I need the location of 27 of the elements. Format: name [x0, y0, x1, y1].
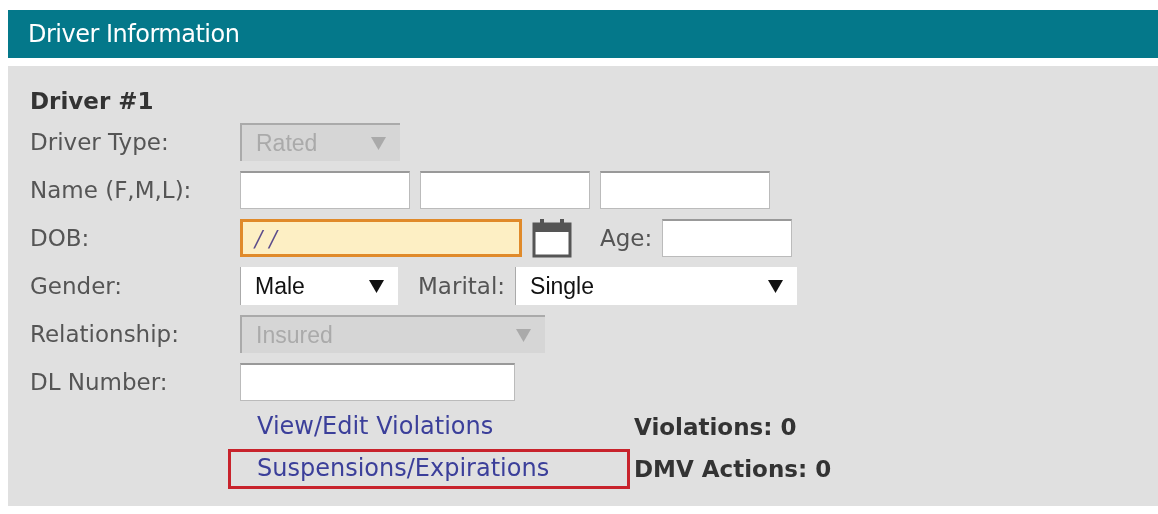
input-field[interactable] — [240, 171, 410, 209]
field-label: Age: — [600, 225, 653, 251]
input-field[interactable]: / / — [240, 219, 522, 257]
caret-icon — [369, 279, 384, 293]
input-field[interactable] — [600, 171, 770, 209]
count-text: Violations: 0 — [634, 414, 797, 440]
field-label: Gender: — [30, 273, 124, 299]
caret-icon — [768, 279, 784, 293]
field-label: Marital: — [418, 273, 506, 299]
input-field[interactable] — [420, 171, 590, 209]
caret-icon — [516, 328, 531, 342]
field-label: Relationship: — [30, 321, 180, 347]
count-text: DMV Actions: 0 — [634, 456, 832, 482]
calendar-icon[interactable] — [532, 218, 572, 258]
dropdown[interactable]: Male — [240, 267, 398, 305]
section-title: Driver Information — [28, 20, 240, 48]
caret-icon — [371, 136, 386, 150]
driver-heading: Driver #1 — [30, 88, 155, 114]
input-field[interactable] — [662, 219, 793, 257]
link[interactable]: View/Edit Violations — [228, 407, 630, 447]
field-label: DOB: — [30, 225, 91, 251]
field-label: Name (F,M,L): — [30, 177, 193, 203]
link[interactable]: Suspensions/Expirations — [228, 449, 630, 489]
field-label: Driver Type: — [30, 129, 170, 155]
dropdown[interactable]: Single — [515, 267, 798, 305]
field-label: DL Number: — [30, 369, 169, 395]
input-field[interactable] — [240, 363, 515, 401]
